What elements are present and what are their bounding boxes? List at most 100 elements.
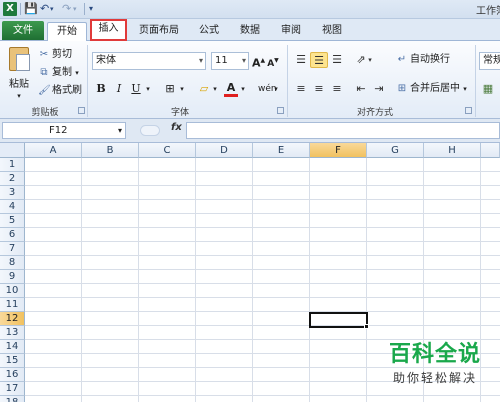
paste-button[interactable]: 粘贴 ▾ — [6, 45, 32, 103]
copy-button[interactable]: ⧉ 复制 ▾ — [38, 65, 79, 81]
row-header-16[interactable]: 16 — [0, 368, 25, 382]
borders-icon[interactable]: ⊞ — [162, 81, 178, 97]
font-color-button[interactable]: A — [224, 81, 238, 97]
row-header-9[interactable]: 9 — [0, 270, 25, 284]
tab-home[interactable]: 开始 — [47, 22, 87, 41]
column-header-h[interactable]: H — [424, 143, 481, 158]
ribbon-tabs: 文件 开始 插入 页面布局 公式 数据 审阅 视图 — [0, 19, 500, 41]
clipboard-group-label: 剪贴板 — [31, 108, 59, 118]
fill-handle[interactable] — [364, 324, 369, 329]
paste-dropdown-icon[interactable]: ▾ — [17, 92, 21, 100]
column-header-g[interactable]: G — [367, 143, 424, 158]
customize-qa-icon[interactable]: ▾ — [89, 2, 93, 16]
decrease-indent-icon[interactable]: ⇤ — [352, 81, 370, 97]
row-header-5[interactable]: 5 — [0, 214, 25, 228]
wrap-text-icon: ↵ — [397, 54, 407, 65]
tab-data[interactable]: 数据 — [235, 22, 265, 41]
row-header-10[interactable]: 10 — [0, 284, 25, 298]
tab-formulas[interactable]: 公式 — [194, 22, 224, 41]
italic-button[interactable]: I — [112, 81, 126, 97]
paste-label: 粘贴 — [9, 79, 29, 90]
grow-font-label: A — [252, 56, 261, 70]
row-header-11[interactable]: 11 — [0, 298, 25, 312]
align-right-icon[interactable]: ≡ — [328, 81, 346, 97]
formula-input[interactable] — [186, 122, 500, 139]
align-top-icon[interactable]: ☰ — [292, 52, 310, 68]
number-format-select[interactable]: 常规 — [479, 52, 500, 70]
phonetic-dropdown-icon[interactable]: ▾ — [272, 81, 280, 97]
column-header-e[interactable]: E — [253, 143, 310, 158]
merge-center-label: 合并后居中 — [410, 83, 460, 94]
orientation-dropdown-icon[interactable]: ▾ — [366, 52, 374, 68]
row-header-8[interactable]: 8 — [0, 256, 25, 270]
row-header-14[interactable]: 14 — [0, 340, 25, 354]
font-size-select[interactable]: 11 ▾ — [211, 52, 249, 70]
formula-bar-splitter[interactable] — [140, 125, 160, 136]
redo-icon[interactable]: ↷ — [62, 2, 71, 16]
row-header-7[interactable]: 7 — [0, 242, 25, 256]
name-box-dropdown-icon[interactable]: ▾ — [118, 123, 122, 138]
name-box[interactable]: F12 ▾ — [2, 122, 126, 139]
merge-dropdown-icon[interactable]: ▾ — [463, 85, 467, 93]
redo-dropdown-icon[interactable]: ▾ — [73, 2, 77, 16]
align-middle-icon[interactable]: ☰ — [310, 52, 328, 68]
title-bar: X 💾 ↶ ▾ ↷ ▾ ▾ 工作簿 — [0, 0, 500, 19]
tab-insert[interactable]: 插入 — [90, 19, 127, 41]
fill-color-icon[interactable]: ▱ — [196, 81, 212, 97]
font-name-select[interactable]: 宋体 ▾ — [92, 52, 206, 70]
tab-view[interactable]: 视图 — [317, 22, 347, 41]
insert-function-button[interactable]: fx — [171, 122, 182, 133]
fill-color-dropdown-icon[interactable]: ▾ — [211, 81, 219, 97]
active-cell-f12[interactable] — [309, 312, 369, 329]
underline-button[interactable]: U — [129, 81, 143, 97]
alignment-launcher-icon[interactable] — [465, 107, 472, 114]
tab-review[interactable]: 审阅 — [276, 22, 306, 41]
column-header-c[interactable]: C — [139, 143, 196, 158]
copy-dropdown-icon[interactable]: ▾ — [75, 69, 79, 77]
qa-separator — [20, 3, 21, 15]
accounting-format-icon[interactable]: ▦ — [481, 81, 495, 97]
row-header-12[interactable]: 12 — [0, 312, 25, 326]
borders-dropdown-icon[interactable]: ▾ — [178, 81, 186, 97]
font-size-value: 11 — [215, 55, 228, 66]
grow-font-button[interactable]: A▲ — [252, 53, 265, 70]
tab-file[interactable]: 文件 — [2, 21, 44, 40]
underline-dropdown-icon[interactable]: ▾ — [144, 81, 152, 97]
align-left-icon[interactable]: ≡ — [292, 81, 310, 97]
wrap-text-button[interactable]: ↵ 自动换行 — [396, 52, 450, 68]
merge-center-button[interactable]: ⊞ 合并后居中 ▾ — [396, 81, 467, 97]
undo-icon[interactable]: ↶ — [40, 2, 49, 16]
select-all-corner[interactable] — [0, 143, 25, 158]
row-header-18[interactable]: 18 — [0, 396, 25, 402]
row-header-17[interactable]: 17 — [0, 382, 25, 396]
save-icon[interactable]: 💾 — [24, 2, 38, 16]
column-header-a[interactable]: A — [25, 143, 82, 158]
undo-dropdown-icon[interactable]: ▾ — [50, 2, 54, 16]
column-header-b[interactable]: B — [82, 143, 139, 158]
row-header-4[interactable]: 4 — [0, 200, 25, 214]
font-color-dropdown-icon[interactable]: ▾ — [239, 81, 247, 97]
watermark: 百科全说 助你轻松解决 — [376, 341, 494, 397]
align-center-icon[interactable]: ≡ — [310, 81, 328, 97]
font-launcher-icon[interactable] — [277, 107, 284, 114]
excel-logo-icon: X — [3, 2, 17, 16]
formula-bar: F12 ▾ fx — [0, 119, 500, 143]
cut-label: 剪切 — [52, 49, 72, 60]
row-header-13[interactable]: 13 — [0, 326, 25, 340]
format-painter-button[interactable]: 🖌格式刷 — [38, 83, 82, 99]
column-header-d[interactable]: D — [196, 143, 253, 158]
clipboard-launcher-icon[interactable] — [78, 107, 85, 114]
column-header-f[interactable]: F — [310, 143, 367, 158]
tab-page-layout[interactable]: 页面布局 — [134, 22, 184, 41]
row-header-2[interactable]: 2 — [0, 172, 25, 186]
cut-button[interactable]: ✂ 剪切 — [38, 47, 72, 63]
align-bottom-icon[interactable]: ☰ — [328, 52, 346, 68]
row-header-6[interactable]: 6 — [0, 228, 25, 242]
row-header-15[interactable]: 15 — [0, 354, 25, 368]
increase-indent-icon[interactable]: ⇥ — [370, 81, 388, 97]
row-header-1[interactable]: 1 — [0, 158, 25, 172]
column-header-partial[interactable] — [481, 143, 500, 158]
row-header-3[interactable]: 3 — [0, 186, 25, 200]
bold-button[interactable]: B — [94, 81, 108, 97]
shrink-font-button[interactable]: A▼ — [267, 53, 279, 69]
